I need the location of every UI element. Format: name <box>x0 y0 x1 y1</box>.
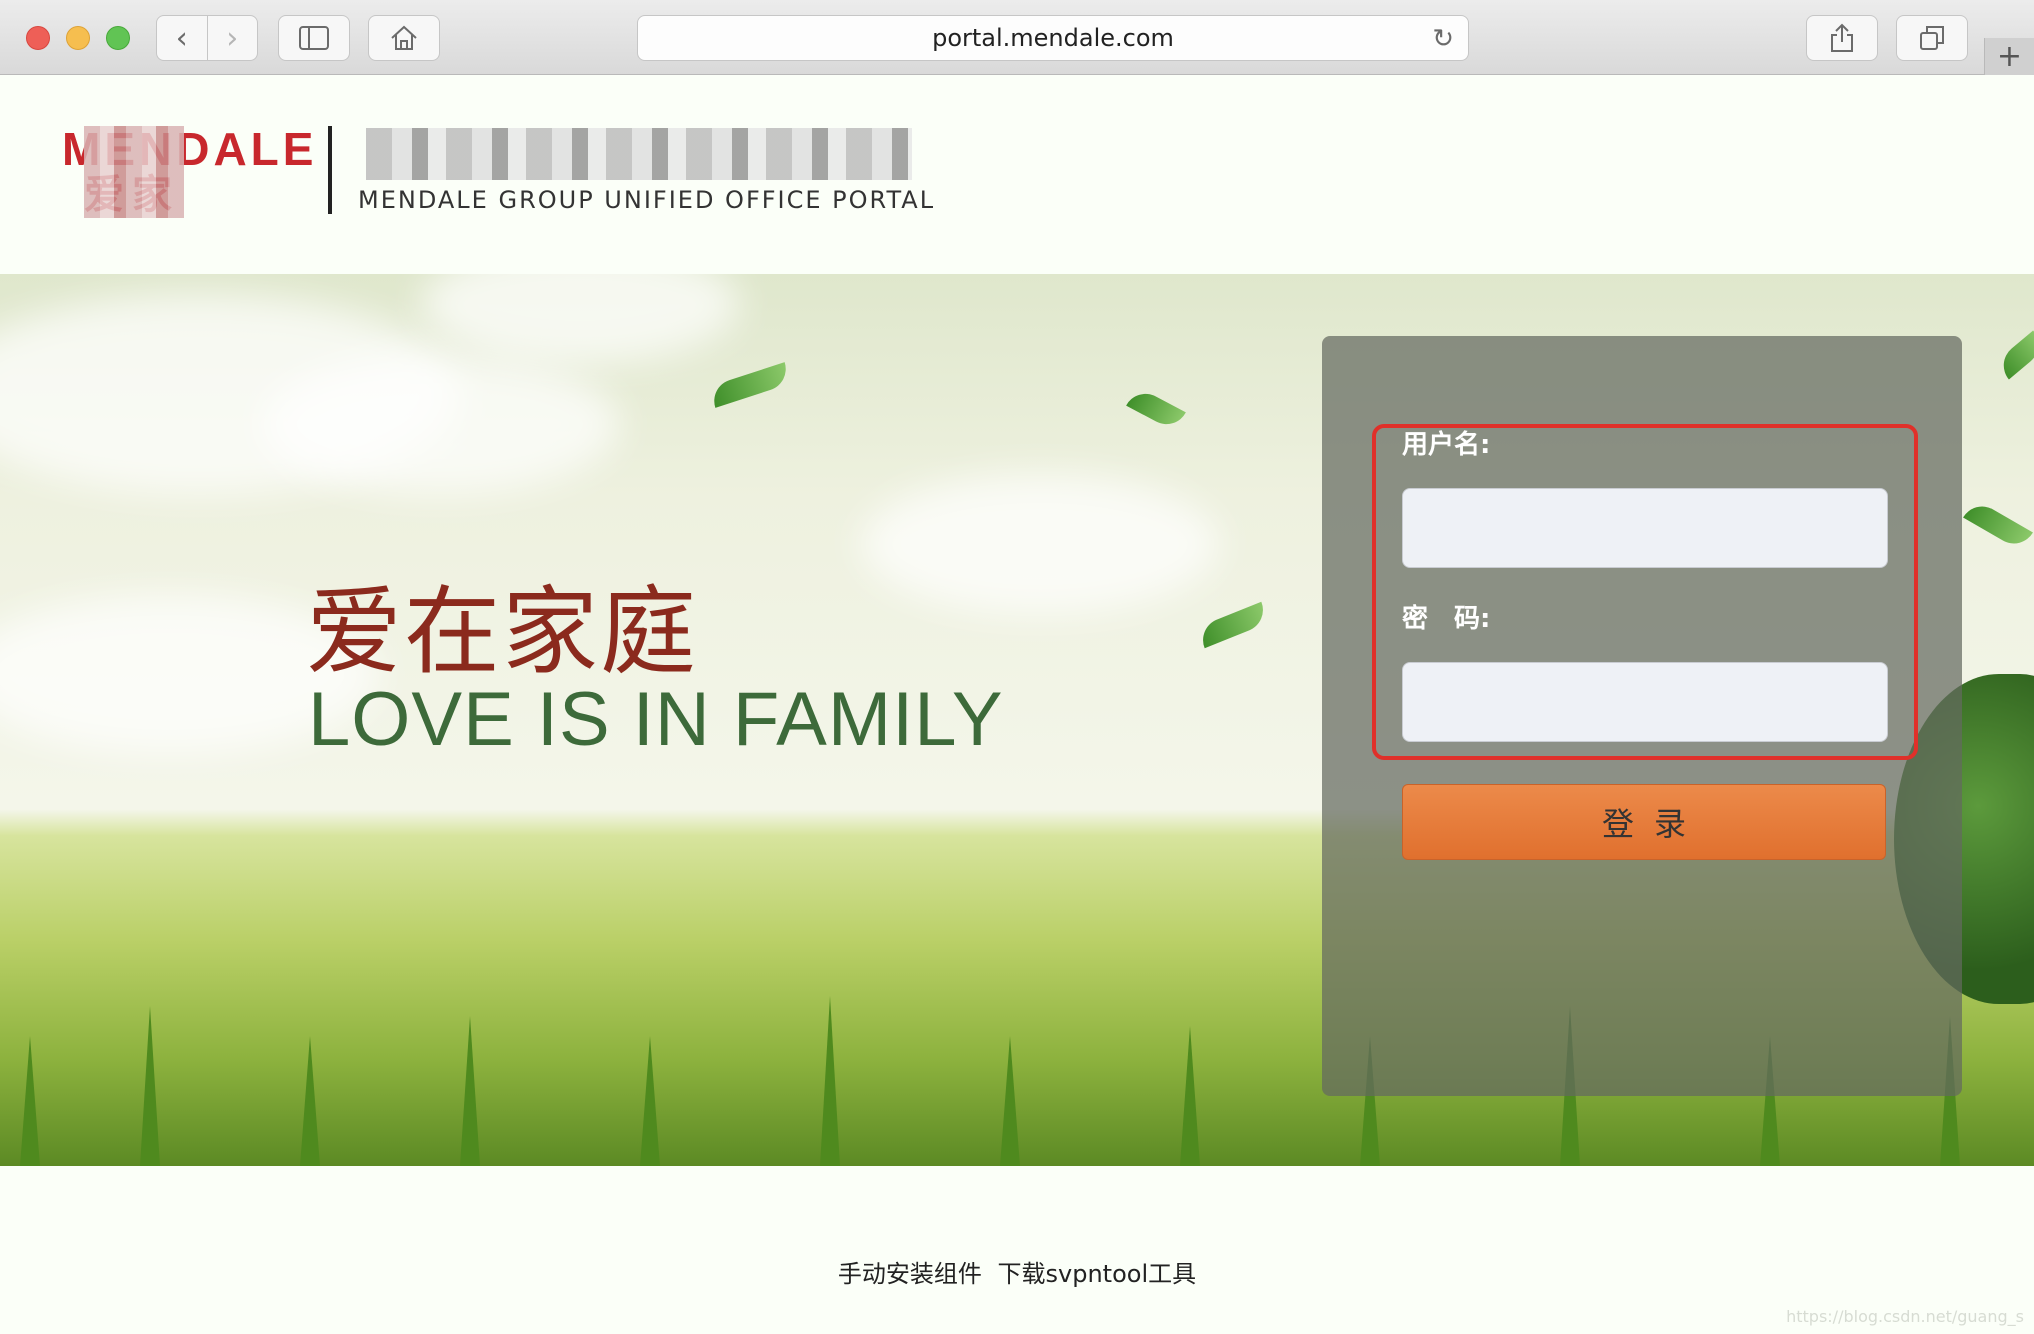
hero-banner: 爱在家庭 LOVE IS IN FAMILY 用户名: 密 码: 登录 <box>0 274 2034 1166</box>
watermark: https://blog.csdn.net/guang_s <box>1786 1307 2024 1326</box>
password-input[interactable] <box>1402 662 1888 742</box>
share-button[interactable] <box>1806 15 1878 61</box>
grass-decoration <box>820 996 840 1166</box>
tabs-icon <box>1920 26 1944 50</box>
sidebar-icon <box>299 26 329 50</box>
plus-icon[interactable]: + <box>1984 38 2034 75</box>
slogan-english: LOVE IS IN FAMILY <box>308 677 1004 762</box>
window-minimize-button[interactable] <box>66 26 90 50</box>
tabs-overview-button[interactable] <box>1896 15 1968 61</box>
username-input[interactable] <box>1402 488 1888 568</box>
window-maximize-button[interactable] <box>106 26 130 50</box>
browser-toolbar: ‹ › portal.mendale.com ↻ + <box>0 0 2034 75</box>
header-divider <box>328 126 332 214</box>
slogan-chinese: 爱在家庭 <box>306 576 698 688</box>
cloud <box>420 274 740 364</box>
grass-decoration <box>640 1036 660 1166</box>
portal-title-redacted <box>366 128 912 180</box>
grass-decoration <box>20 1036 40 1166</box>
home-icon <box>391 25 417 50</box>
password-label: 密 码: <box>1402 604 1491 634</box>
cloud <box>860 474 1220 614</box>
reload-icon[interactable]: ↻ <box>1432 24 1454 54</box>
sidebar-button[interactable] <box>278 15 350 61</box>
history-nav: ‹ › <box>156 15 258 61</box>
window-close-button[interactable] <box>26 26 50 50</box>
grass-decoration <box>1000 1036 1020 1166</box>
site-header: MENDALE 爱家 MENDALE GROUP UNIFIED OFFICE … <box>0 76 2034 274</box>
login-panel: 用户名: 密 码: 登录 <box>1322 336 1962 1096</box>
company-logo[interactable]: MENDALE 爱家 <box>62 126 313 218</box>
footer-links: 手动安装组件 下载svpntool工具 <box>0 1254 2034 1289</box>
logo-redaction <box>84 126 184 218</box>
download-tool-link[interactable]: 下载svpntool工具 <box>998 1260 1197 1288</box>
chevron-left-icon[interactable]: ‹ <box>157 16 208 60</box>
grass-decoration <box>460 1016 480 1166</box>
site-footer: 手动安装组件 下载svpntool工具 https://blog.csdn.ne… <box>0 1166 2034 1334</box>
url-text: portal.mendale.com <box>932 24 1174 52</box>
leaf-decoration <box>708 362 792 408</box>
grass-decoration <box>140 1006 160 1166</box>
grass-decoration <box>300 1036 320 1166</box>
grass-decoration <box>1180 1026 1200 1166</box>
username-label: 用户名: <box>1402 430 1491 460</box>
portal-subtitle: MENDALE GROUP UNIFIED OFFICE PORTAL <box>358 186 936 214</box>
share-icon <box>1831 23 1853 52</box>
address-bar[interactable]: portal.mendale.com ↻ <box>637 15 1469 61</box>
chevron-right-icon[interactable]: › <box>208 16 258 60</box>
cloud <box>260 354 620 494</box>
leaf-decoration <box>1126 386 1186 432</box>
manual-install-link[interactable]: 手动安装组件 <box>838 1260 982 1288</box>
leaf-decoration <box>1994 330 2034 380</box>
leaf-decoration <box>1196 601 1270 649</box>
leaf-decoration <box>1963 498 2033 552</box>
home-button[interactable] <box>368 15 440 61</box>
login-button[interactable]: 登录 <box>1402 784 1886 860</box>
